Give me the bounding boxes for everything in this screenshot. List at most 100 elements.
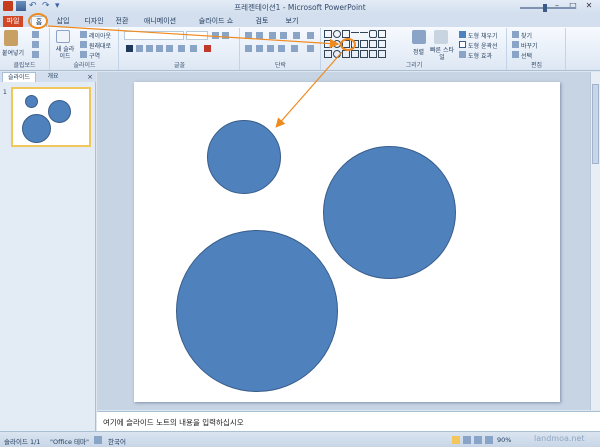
shape-triangle-icon[interactable] [378,30,386,38]
tab-outline[interactable]: 개요 [40,72,66,82]
align-center-icon[interactable] [256,45,263,52]
shape-cloud-icon[interactable] [369,50,377,58]
shape-wave-icon[interactable] [360,50,368,58]
paste-icon[interactable] [4,30,18,46]
zoom-slider[interactable] [520,7,576,9]
find-button[interactable]: 찾기 [521,31,532,40]
bullets-icon[interactable] [245,32,252,39]
font-name-dropdown[interactable] [124,31,184,40]
tab-slides[interactable]: 슬라이드 [2,72,36,82]
shape-circle-icon[interactable] [333,50,341,58]
slide-thumbnail[interactable] [11,87,91,147]
small-circle-shape[interactable] [207,120,281,194]
tab-design[interactable]: 디자인 [80,16,108,27]
line-spacing-icon[interactable] [293,32,300,39]
tab-transitions[interactable]: 전환 [112,16,132,27]
numbering-icon[interactable] [256,32,263,39]
slideshow-view-icon[interactable] [485,436,493,444]
italic-icon[interactable] [136,45,143,52]
arrange-button[interactable]: 정렬 [413,47,424,56]
shape-callout-icon[interactable] [324,50,332,58]
pane-tabs: 슬라이드 개요 × [0,72,96,82]
font-size-dropdown[interactable] [186,31,208,40]
shape-freeform-icon[interactable] [378,40,386,48]
shape-line-icon[interactable] [351,32,359,33]
tab-file[interactable]: 파일 [3,16,23,27]
change-case-icon[interactable] [190,45,197,52]
quick-styles-button[interactable]: 빠른 스타일 [430,47,454,61]
shrink-font-icon[interactable] [222,32,229,39]
cut-icon[interactable] [32,31,39,38]
thumb-medium-circle [48,100,71,123]
shape-rect-icon[interactable] [342,30,350,38]
justify-icon[interactable] [278,45,285,52]
vertical-scrollbar[interactable] [590,72,600,410]
tab-slideshow[interactable]: 슬라이드 쇼 [196,16,236,27]
text-direction-icon[interactable] [307,32,314,39]
section-button[interactable]: 구역 [89,51,100,60]
smartart-icon[interactable] [307,45,314,52]
tab-review[interactable]: 검토 [252,16,272,27]
shadow-icon[interactable] [156,45,163,52]
shape-curve-icon[interactable] [369,40,377,48]
close-icon[interactable]: × [87,72,93,82]
increase-indent-icon[interactable] [280,32,287,39]
arrange-icon[interactable] [412,30,426,44]
paste-button[interactable]: 붙여넣기 [2,48,24,57]
bold-icon[interactable] [126,45,133,52]
shape-outline-button[interactable]: 도형 윤곽선 [468,41,498,50]
shape-textbox-icon[interactable] [324,30,332,38]
shape-oval-icon-top[interactable] [333,30,341,38]
select-button[interactable]: 선택 [521,51,532,60]
shape-square-icon[interactable] [324,40,332,48]
paragraph-group-label: 단락 [274,62,287,69]
reset-button[interactable]: 원래대로 [89,41,111,50]
strikethrough-icon[interactable] [166,45,173,52]
reading-view-icon[interactable] [474,436,482,444]
shape-brace-icon[interactable] [351,50,359,58]
slide-sorter-icon[interactable] [463,436,471,444]
align-left-icon[interactable] [245,45,252,52]
shape-arrow-icon[interactable] [360,32,368,33]
new-slide-icon[interactable] [56,30,70,43]
shape-star-icon[interactable] [342,50,350,58]
shape-more-icon[interactable] [378,50,386,58]
slide-canvas[interactable] [134,82,560,402]
slide-number: 1 [3,89,7,96]
window-controls: – □ ✕ [550,1,596,11]
maximize-button[interactable]: □ [566,1,580,11]
tab-animations[interactable]: 애니메이션 [138,16,182,27]
minimize-button[interactable]: – [550,1,564,11]
scrollbar-thumb[interactable] [592,84,599,164]
replace-button[interactable]: 바꾸기 [521,41,538,50]
zoom-slider-handle[interactable] [543,4,547,12]
shape-block-arrow-icon[interactable] [360,40,368,48]
align-right-icon[interactable] [267,45,274,52]
medium-circle-shape[interactable] [323,146,456,279]
window-title: 프레젠테이션1 - Microsoft PowerPoint [234,3,366,12]
shape-rounded-rect-icon[interactable] [369,30,377,38]
tab-view[interactable]: 보기 [282,16,302,27]
large-circle-shape[interactable] [176,230,338,392]
font-color-icon[interactable] [204,45,211,52]
new-slide-button[interactable]: 새 슬라이드 [54,46,76,60]
grow-font-icon[interactable] [212,32,219,39]
shape-effects-button[interactable]: 도형 효과 [468,51,492,60]
tab-insert[interactable]: 삽입 [52,16,74,27]
normal-view-icon[interactable] [452,436,460,444]
quick-styles-icon[interactable] [434,30,448,44]
notes-pane[interactable]: 여기에 슬라이드 노트의 내용을 입력하십시오 [97,411,600,431]
zoom-level[interactable]: 90% [497,436,511,444]
shape-fill-button[interactable]: 도형 채우기 [468,31,498,40]
theme-name[interactable]: "Office 테마" [50,436,89,446]
char-spacing-icon[interactable] [178,45,185,52]
close-button[interactable]: ✕ [582,1,596,11]
format-painter-icon[interactable] [32,51,39,58]
layout-button[interactable]: 레이아웃 [89,31,111,40]
copy-icon[interactable] [32,41,39,48]
spellcheck-icon[interactable] [94,436,102,444]
columns-icon[interactable] [291,45,298,52]
decrease-indent-icon[interactable] [269,32,276,39]
underline-icon[interactable] [146,45,153,52]
language-label[interactable]: 한국어 [108,436,126,446]
